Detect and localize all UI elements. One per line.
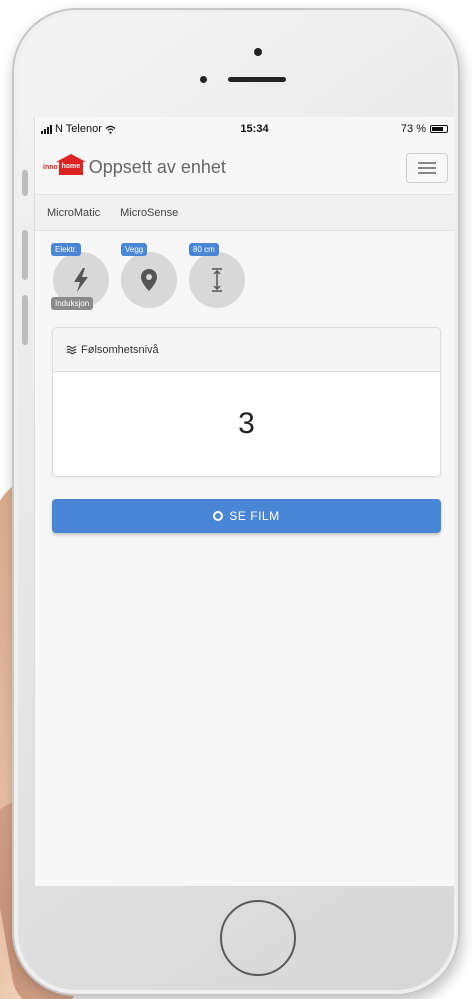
hamburger-menu-button[interactable]: [406, 152, 448, 183]
carrier-label: N Telenor: [55, 123, 102, 135]
earpiece-speaker: [228, 77, 286, 82]
clock: 15:34: [240, 123, 269, 135]
power-subtype-label: Induksjon: [51, 297, 94, 310]
phone-screen: N Telenor 15:34 73 % inno home Oppsett a…: [34, 117, 454, 886]
home-button[interactable]: [220, 900, 296, 976]
mute-switch: [22, 170, 28, 196]
play-icon: [213, 511, 224, 521]
innohome-logo[interactable]: inno home: [43, 153, 86, 175]
power-type-label: Elektr.: [51, 243, 82, 256]
height-arrow-icon: [212, 268, 222, 292]
front-camera: [254, 48, 262, 56]
product-tabs: MicroMatic MicroSense: [35, 195, 454, 231]
battery-icon: [430, 125, 448, 133]
map-pin-icon: [141, 269, 157, 291]
setup-summary: Elektr. Induksjon Vegg 80 cm: [35, 231, 454, 319]
watch-film-label: SE FILM: [229, 509, 280, 523]
height-chip[interactable]: [189, 252, 245, 308]
height-label: 80 cm: [189, 243, 219, 256]
battery-group: 73 %: [338, 123, 448, 135]
tab-micromatic[interactable]: MicroMatic: [47, 207, 100, 219]
app-navbar: inno home Oppsett av enhet: [35, 141, 454, 195]
lightning-icon: [74, 268, 88, 292]
sensitivity-value: 3: [238, 407, 255, 440]
proximity-sensor: [200, 76, 207, 83]
volume-up-button: [22, 230, 28, 280]
status-bar: N Telenor 15:34 73 %: [35, 117, 454, 141]
signal-icon: [41, 124, 52, 134]
tab-microsense[interactable]: MicroSense: [120, 207, 178, 219]
page-title: Oppsett av enhet: [88, 157, 226, 177]
sensitivity-panel: Følsomhetsnivå 3: [52, 327, 441, 477]
watch-film-button[interactable]: SE FILM: [52, 499, 441, 533]
panel-title: Følsomhetsnivå: [81, 343, 159, 356]
carrier-group: N Telenor: [41, 123, 191, 135]
mounting-chip[interactable]: [121, 252, 177, 308]
battery-percent: 73 %: [400, 123, 426, 135]
panel-heading: Følsomhetsnivå: [53, 328, 440, 372]
wave-icon: [66, 345, 77, 354]
mounting-label: Vegg: [121, 243, 148, 256]
wifi-icon: [105, 125, 116, 134]
volume-down-button: [22, 295, 28, 345]
